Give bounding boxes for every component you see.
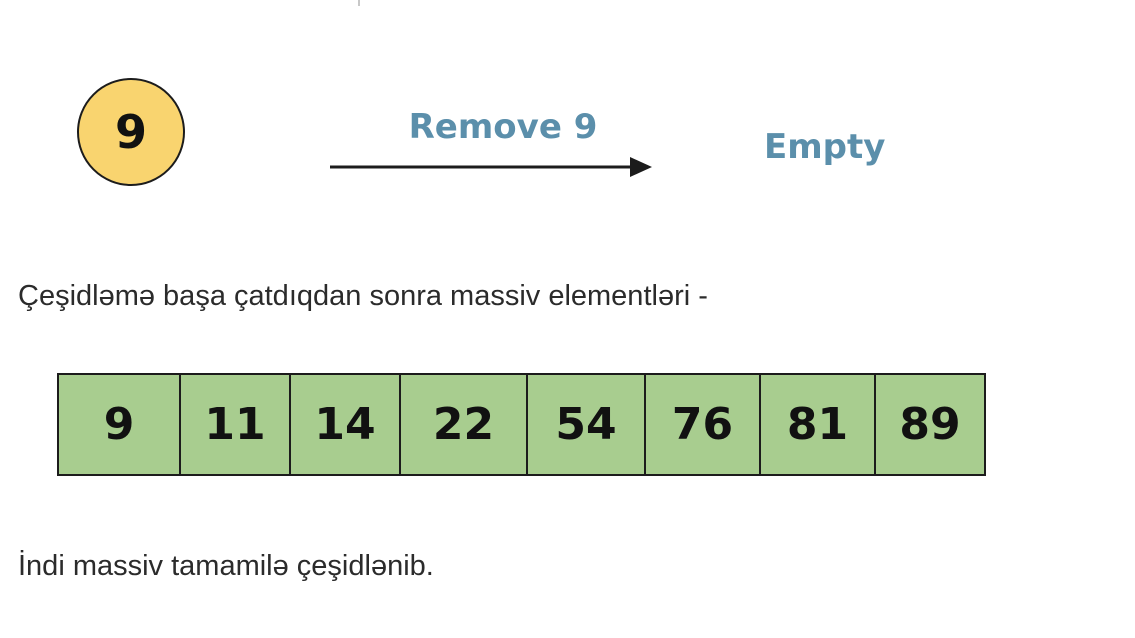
heap-node: 9 bbox=[77, 78, 185, 186]
array-cell: 54 bbox=[528, 375, 646, 474]
heap-node-value: 9 bbox=[114, 105, 147, 159]
paragraph-conclusion: İndi massiv tamamilə çeşidlənib. bbox=[18, 550, 434, 582]
operation-label: Remove 9 bbox=[408, 107, 598, 147]
paragraph-after-sort: Çeşidləmə başa çatdıqdan sonra massiv el… bbox=[18, 280, 708, 312]
array-cell: 11 bbox=[181, 375, 291, 474]
result-empty-label: Empty bbox=[764, 127, 886, 167]
array-cell: 89 bbox=[899, 399, 961, 450]
array-cell: 9 bbox=[59, 375, 181, 474]
array-cell: 76 bbox=[646, 375, 761, 474]
top-divider-tick bbox=[358, 0, 360, 6]
array-cell: 81 bbox=[761, 375, 876, 474]
right-arrow-icon bbox=[330, 157, 652, 177]
array-cell: 22 bbox=[401, 375, 528, 474]
array-cell: 14 bbox=[291, 375, 401, 474]
sorted-array: 9 11 14 22 54 76 81 89 bbox=[57, 373, 986, 476]
